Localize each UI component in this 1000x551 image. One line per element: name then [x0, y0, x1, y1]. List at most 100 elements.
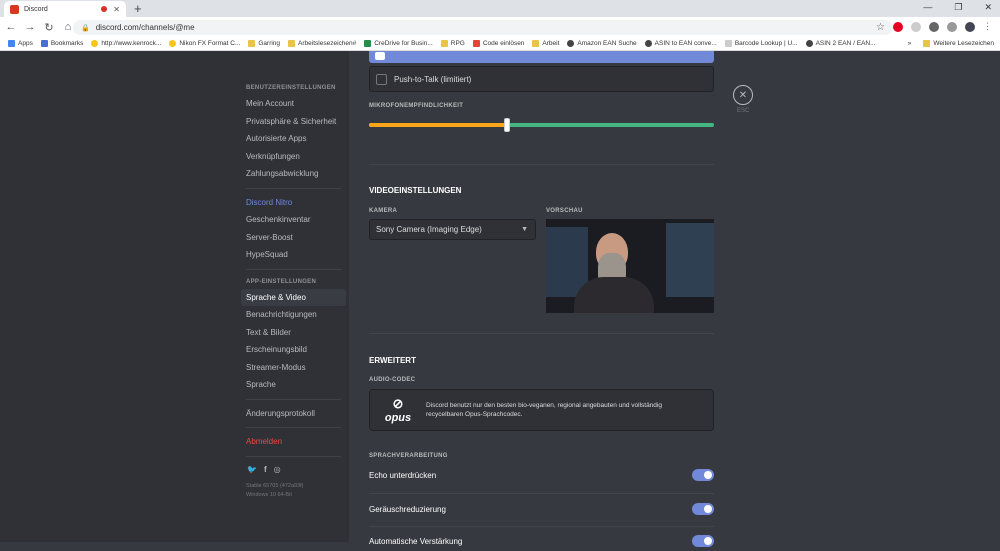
- voice-activity-option-selected[interactable]: [369, 51, 714, 63]
- facebook-icon[interactable]: f: [264, 465, 267, 474]
- discord-favicon-icon: [10, 4, 19, 14]
- bookmark-item[interactable]: Apps: [8, 40, 33, 47]
- bookmark-item[interactable]: CreDrive for Busin...: [364, 40, 433, 47]
- version-info: Stable 65705 (472a93f) Windows 10 64-Bit: [246, 482, 304, 498]
- puzzle-icon[interactable]: [947, 21, 957, 32]
- sidebar-item-logout[interactable]: Abmelden: [241, 433, 346, 451]
- slider-fill: [369, 123, 507, 127]
- sidebar-item-appearance[interactable]: Erscheinungsbild: [241, 341, 346, 359]
- echo-cancellation-toggle[interactable]: [692, 469, 714, 481]
- bookmark-item[interactable]: Arbeitslesezeichen#: [288, 40, 356, 47]
- bookmark-item[interactable]: RPG: [440, 40, 465, 47]
- mic-sensitivity-label: MIKROFONEMPFINDLICHKEIT: [369, 103, 464, 109]
- bookmark-item[interactable]: Code einlösen: [472, 40, 524, 47]
- sidebar-item-privacy[interactable]: Privatsphäre & Sicherheit: [241, 113, 346, 131]
- preview-label: VORSCHAU: [546, 208, 583, 214]
- bookmark-star-icon[interactable]: ☆: [876, 22, 885, 33]
- sidebar-item-language[interactable]: Sprache: [241, 376, 346, 394]
- favicon-icon: [644, 40, 652, 47]
- codec-description: Discord benutzt nur den besten bio-vegan…: [426, 402, 662, 418]
- sidebar-item-text-images[interactable]: Text & Bilder: [241, 324, 346, 342]
- divider: [246, 455, 341, 457]
- bookmark-item[interactable]: http://www.kenrock...: [91, 40, 161, 47]
- sidebar-item-hypesquad[interactable]: HypeSquad: [241, 246, 346, 264]
- sidebar-item-nitro[interactable]: Discord Nitro: [241, 194, 346, 212]
- sidebar-item-gift-inventory[interactable]: Geschenkinventar: [241, 211, 346, 229]
- twitter-icon[interactable]: 🐦: [247, 465, 257, 474]
- app-settings-header: APP-EINSTELLUNGEN: [246, 278, 317, 285]
- extension-icon[interactable]: [911, 21, 921, 32]
- pinterest-icon[interactable]: [893, 21, 903, 32]
- sidebar-item-streamer-mode[interactable]: Streamer-Modus: [241, 359, 346, 377]
- more-bookmarks-icon[interactable]: »: [908, 40, 912, 47]
- divider: [246, 398, 341, 400]
- camera-value: Sony Camera (Imaging Edge): [376, 225, 482, 234]
- folder-icon: [532, 40, 540, 47]
- sidebar-item-notifications[interactable]: Benachrichtigungen: [241, 306, 346, 324]
- bookmarks-bar: Apps Bookmarks http://www.kenrock... Nik…: [0, 37, 1000, 51]
- bookmark-item[interactable]: ASIN 2 EAN / EAN...: [805, 40, 876, 47]
- bookmark-item[interactable]: Barcode Lookup | U...: [724, 40, 798, 47]
- toggle-knob: [704, 471, 712, 479]
- bookmarks-overflow: » Weitere Lesezeichen: [908, 40, 994, 47]
- menu-icon[interactable]: ⋮: [983, 21, 992, 32]
- url-text: discord.com/channels/@me: [95, 23, 195, 32]
- video-preview: [546, 219, 714, 313]
- noise-reduction-toggle[interactable]: [692, 503, 714, 515]
- sidebar-item-changelog[interactable]: Änderungsprotokoll: [241, 405, 346, 423]
- shirt-image: [574, 277, 654, 313]
- opus-logo: ⊘ opus: [370, 396, 426, 424]
- push-to-talk-option[interactable]: Push-to-Talk (limitiert): [369, 66, 714, 92]
- slider-handle[interactable]: [504, 118, 510, 132]
- address-bar[interactable]: 🔒 discord.com/channels/@me ☆: [73, 20, 893, 35]
- audio-codec-card: ⊘ opus Discord benutzt nur den besten bi…: [369, 389, 714, 431]
- shelf-image: [666, 223, 714, 297]
- reload-icon[interactable]: ↻: [41, 21, 57, 34]
- sidebar-item-account[interactable]: Mein Account: [241, 95, 346, 113]
- maximize-icon[interactable]: ❐: [954, 2, 962, 13]
- sidebar-item-authorized-apps[interactable]: Autorisierte Apps: [241, 130, 346, 148]
- auto-gain-toggle[interactable]: [692, 535, 714, 547]
- radio-icon: [375, 52, 385, 60]
- bookmark-item[interactable]: ASIN to EAN conve...: [644, 40, 717, 47]
- favicon-icon: [805, 40, 813, 47]
- avatar[interactable]: [965, 21, 975, 32]
- close-icon[interactable]: ✕: [733, 85, 753, 105]
- favicon-icon: [91, 40, 99, 47]
- window-controls: — ❐ ✕: [923, 2, 992, 13]
- new-tab-icon[interactable]: +: [134, 1, 142, 16]
- divider: [369, 333, 714, 334]
- camera-select[interactable]: Sony Camera (Imaging Edge) ▼: [369, 219, 536, 240]
- back-icon[interactable]: ←: [3, 21, 19, 33]
- browser-toolbar: ← → ↻ ⌂ 🔒 discord.com/channels/@me ☆ ⋮: [0, 17, 1000, 37]
- sidebar-item-billing[interactable]: Zahlungsabwicklung: [241, 165, 346, 183]
- favicon-icon: [724, 40, 732, 47]
- tab-strip: Discord ✕ + — ❐ ✕: [0, 0, 1000, 17]
- user-settings-header: BENUTZEREINSTELLUNGEN: [246, 85, 336, 91]
- other-bookmarks[interactable]: Weitere Lesezeichen: [933, 40, 994, 47]
- close-window-icon[interactable]: ✕: [984, 2, 992, 13]
- shield-icon[interactable]: [929, 21, 939, 32]
- divider: [369, 164, 714, 165]
- auto-gain-row: Automatische Verstärkung: [369, 531, 714, 551]
- bookmark-item[interactable]: Amazon EAN Suche: [567, 40, 637, 47]
- favicon-icon: [472, 40, 480, 47]
- tab-discord[interactable]: Discord ✕: [4, 1, 126, 17]
- bookmark-item[interactable]: Arbeit: [532, 40, 559, 47]
- sidebar-item-connections[interactable]: Verknüpfungen: [241, 148, 346, 166]
- opus-icon: ⊘: [392, 396, 404, 411]
- folder-icon: [248, 40, 256, 47]
- forward-icon[interactable]: →: [22, 21, 38, 33]
- sidebar-item-server-boost[interactable]: Server-Boost: [241, 229, 346, 247]
- bookmark-item[interactable]: Nikon FX Format C...: [169, 40, 240, 47]
- divider: [246, 427, 341, 428]
- bookmark-item[interactable]: Bookmarks: [40, 40, 83, 47]
- bookmark-item[interactable]: Garring: [248, 40, 280, 47]
- checkbox-icon[interactable]: [376, 73, 387, 85]
- mic-sensitivity-slider[interactable]: [369, 118, 714, 132]
- close-tab-icon[interactable]: ✕: [113, 5, 120, 14]
- minimize-icon[interactable]: —: [923, 2, 932, 13]
- instagram-icon[interactable]: ◎: [274, 465, 281, 474]
- sidebar-item-voice-video[interactable]: Sprache & Video: [241, 288, 346, 306]
- divider: [246, 268, 341, 270]
